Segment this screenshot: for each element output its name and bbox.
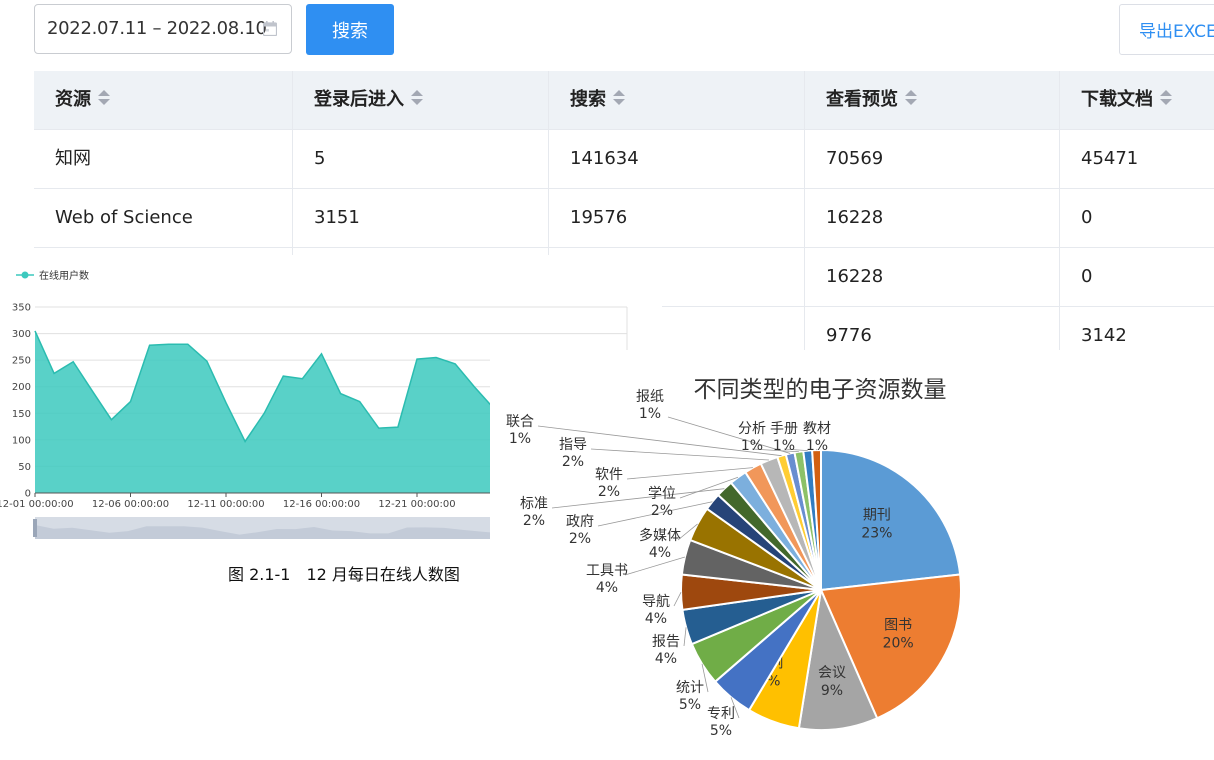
pie-slice-percent: 4% [645, 611, 667, 627]
table-row: 知网 5 141634 70569 45471 [34, 130, 1214, 189]
pie-slice-label: 联合 [506, 414, 534, 430]
pie-slice-percent: 4% [655, 651, 677, 667]
pie-slice-percent: 2% [651, 503, 673, 519]
column-header-login-entry[interactable]: 登录后进入 [293, 71, 549, 129]
column-header-preview[interactable]: 查看预览 [805, 71, 1060, 129]
y-tick-label: 0 [25, 489, 31, 500]
pie-slice-percent: 2% [569, 531, 591, 547]
y-tick-label: 100 [12, 435, 31, 446]
sort-icon[interactable] [613, 90, 625, 106]
pie-slice-percent: 20% [883, 635, 914, 651]
calendar-icon[interactable] [263, 21, 277, 36]
pie-slice-label: 工具书 [586, 563, 628, 579]
pie-slice-label: 分析 [738, 421, 766, 437]
x-tick-label: 12-16 00:00:00 [283, 499, 360, 510]
date-range-value: 2022.07.11 – 2022.08.10 [47, 18, 267, 39]
column-header-search[interactable]: 搜索 [549, 71, 805, 129]
pie-slice-label: 专利 [707, 706, 735, 722]
resource-types-pie-panel: 不同类型的电子资源数量期刊23%图书20%会议9%案例6%专利5%统计5%报告4… [490, 350, 1214, 756]
table-cell: 3151 [293, 189, 549, 247]
pie-slice-percent: 2% [598, 484, 620, 500]
table-cell: 0 [1060, 189, 1214, 247]
pie-slice-percent: 1% [806, 438, 828, 454]
x-tick-label: 12-06 00:00:00 [92, 499, 169, 510]
table-cell: 5 [293, 130, 549, 188]
pie-slice-percent: 2% [562, 454, 584, 470]
y-tick-label: 150 [12, 409, 31, 420]
table-cell: 141634 [549, 130, 805, 188]
pie-slice-percent: 23% [861, 525, 892, 541]
export-excel-button[interactable]: 导出EXCEL [1119, 4, 1214, 55]
pie-slice-percent: 4% [596, 580, 618, 596]
legend-label: 在线用户数 [39, 269, 89, 282]
pie-slice-percent: 1% [639, 406, 661, 422]
table-cell: 70569 [805, 130, 1060, 188]
y-tick-label: 200 [12, 382, 31, 393]
sort-icon[interactable] [905, 90, 917, 106]
pie-slice-label: 导航 [642, 594, 670, 610]
pie-slice-percent: 1% [773, 438, 795, 454]
x-tick-label: 12-21 00:00:00 [378, 499, 455, 510]
pie-slice-label: 标准 [520, 496, 548, 512]
column-header-download[interactable]: 下载文档 [1060, 71, 1214, 129]
pie-slice-percent: 9% [821, 683, 843, 699]
pie-slice-label: 手册 [770, 421, 798, 437]
y-tick-label: 300 [12, 329, 31, 340]
x-tick-label: 12-01 00:00:00 [0, 499, 74, 510]
pie-slice-percent: 1% [741, 438, 763, 454]
pie-slice-label: 会议 [818, 665, 846, 681]
pie-slice-label: 指导 [559, 437, 587, 453]
sort-icon[interactable] [1160, 90, 1172, 106]
table-cell: 16228 [805, 189, 1060, 247]
pie-slice-label: 报告 [652, 634, 680, 650]
sort-icon[interactable] [98, 90, 110, 106]
legend-marker [22, 272, 29, 279]
pie-title: 不同类型的电子资源数量 [694, 377, 947, 403]
table-cell: 16228 [805, 248, 1060, 306]
y-tick-label: 50 [18, 462, 31, 473]
pie-slice-percent: 2% [523, 513, 545, 529]
pie-slice-label: 图书 [884, 617, 912, 633]
zoom-slider-handle[interactable] [33, 519, 37, 537]
resource-types-pie-chart: 不同类型的电子资源数量期刊23%图书20%会议9%案例6%专利5%统计5%报告4… [490, 350, 1214, 756]
pie-slice-label: 统计 [676, 680, 704, 696]
table-header-row: 资源 登录后进入 搜索 查看预览 下载文档 [34, 71, 1214, 130]
search-button[interactable]: 搜索 [306, 4, 394, 55]
pie-leader-line [674, 592, 681, 606]
date-range-picker[interactable]: 2022.07.11 – 2022.08.10 [34, 4, 292, 54]
x-tick-label: 12-11 00:00:00 [187, 499, 264, 510]
table-cell: 0 [1060, 248, 1214, 306]
table-cell: 19576 [549, 189, 805, 247]
pie-slice-label: 政府 [566, 514, 594, 530]
pie-slice-label: 教材 [803, 421, 831, 437]
pie-slice-percent: 5% [710, 723, 732, 739]
column-header-resource[interactable]: 资源 [34, 71, 293, 129]
chart-caption: 图 2.1-1 12 月每日在线人数图 [228, 561, 460, 585]
pie-leader-line [627, 468, 753, 479]
table-cell: 知网 [34, 130, 293, 188]
table-cell: Web of Science [34, 189, 293, 247]
sort-icon[interactable] [411, 90, 423, 106]
pie-slice-percent: 4% [649, 545, 671, 561]
pie-slice-label: 多媒体 [639, 527, 681, 544]
table-cell: 45471 [1060, 130, 1214, 188]
y-tick-label: 350 [12, 303, 31, 314]
table-row: Web of Science 3151 19576 16228 0 [34, 189, 1214, 248]
y-tick-label: 250 [12, 356, 31, 367]
pie-slice-percent: 1% [509, 431, 531, 447]
pie-leader-line [684, 627, 686, 646]
pie-slice-label: 期刊 [863, 507, 891, 523]
pie-slice-label: 软件 [595, 467, 623, 483]
pie-slice-label: 学位 [648, 486, 676, 502]
pie-slice-label: 报纸 [636, 389, 664, 405]
pie-slice-percent: 5% [679, 697, 701, 713]
